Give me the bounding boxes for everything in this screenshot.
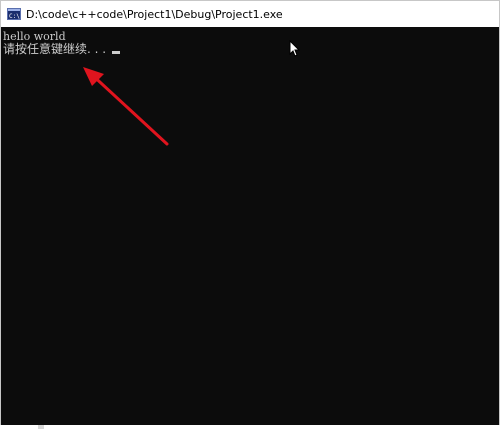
text-cursor [112, 51, 121, 54]
console-app-icon: C:\ [7, 8, 21, 20]
svg-text:C:\: C:\ [9, 13, 20, 20]
mouse-pointer-icon [289, 40, 301, 57]
console-line-prompt: 请按任意键继续. . . [3, 42, 121, 56]
console-window: C:\ D:\code\c++code\Project1\Debug\Proje… [0, 0, 500, 429]
window-title: D:\code\c++code\Project1\Debug\Project1.… [26, 7, 283, 21]
bottom-edge-mark [38, 425, 44, 429]
console-output[interactable]: hello world 请按任意键继续. . . [1, 27, 499, 426]
red-arrow-annotation [83, 67, 169, 146]
console-prompt-text: 请按任意键继续. . . [3, 42, 107, 56]
bottom-edge [0, 425, 500, 429]
title-bar[interactable]: C:\ D:\code\c++code\Project1\Debug\Proje… [1, 1, 499, 27]
